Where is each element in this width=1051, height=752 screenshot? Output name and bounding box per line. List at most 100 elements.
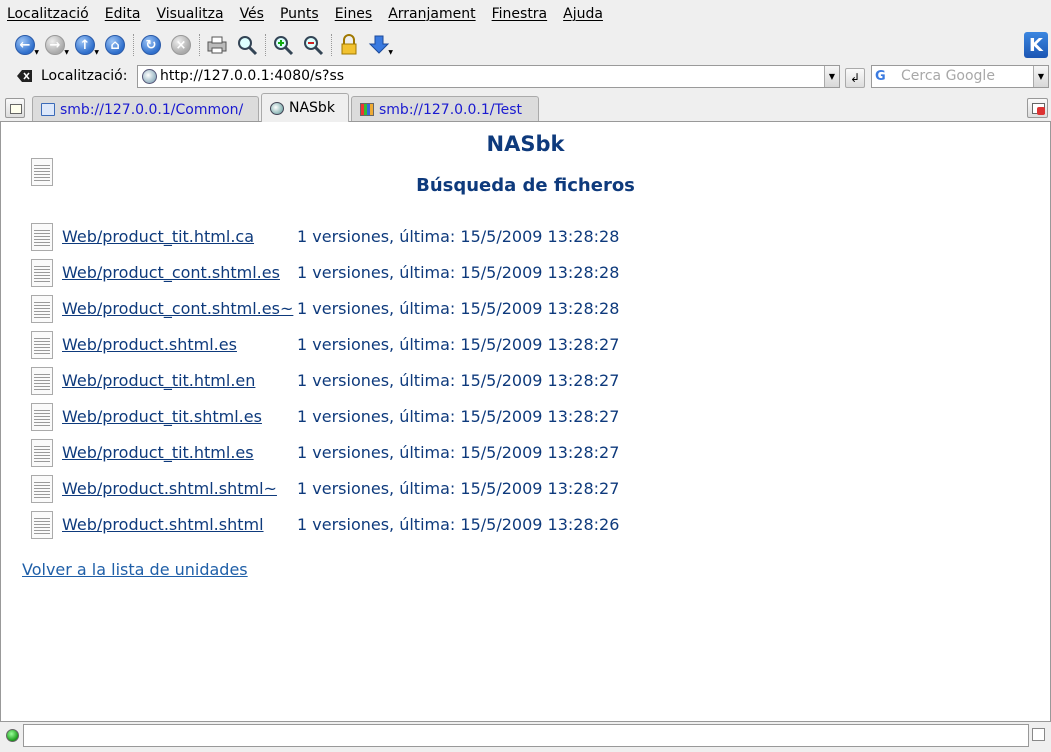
status-bar — [0, 722, 1051, 752]
stop-icon: × — [171, 35, 191, 55]
file-link[interactable]: Web/product_tit.shtml.es — [62, 407, 262, 426]
file-icon — [31, 403, 53, 431]
security-lock-icon — [341, 34, 357, 55]
status-checkbox[interactable] — [1032, 728, 1045, 741]
search-engine-dropdown[interactable]: ▼ — [1033, 66, 1048, 87]
google-icon: G — [875, 69, 886, 84]
menu-finestra[interactable]: Finestra — [492, 6, 548, 22]
app-icon — [360, 103, 374, 116]
menu-ves[interactable]: Vés — [240, 6, 264, 22]
file-info: 1 versiones, última: 15/5/2009 13:28:26 — [297, 515, 620, 534]
toolbar-separator — [199, 34, 201, 56]
tab-smb-common[interactable]: smb://127.0.0.1/Common/ — [32, 96, 259, 122]
tab-smb-test[interactable]: smb://127.0.0.1/Test — [351, 96, 539, 122]
file-icon — [31, 331, 53, 359]
file-link[interactable]: Web/product.shtml.shtml — [62, 515, 264, 534]
download-icon — [368, 35, 390, 54]
forward-icon: → — [45, 35, 65, 55]
home-icon: ⌂ — [105, 35, 125, 55]
back-to-units-link[interactable]: Volver a la lista de unidades — [22, 560, 248, 579]
file-link[interactable]: Web/product_tit.html.en — [62, 371, 255, 390]
menu-punts[interactable]: Punts — [280, 6, 319, 22]
stop-button[interactable]: × — [169, 33, 193, 57]
tab-nasbk[interactable]: NASbk — [261, 93, 349, 122]
search-field[interactable]: G Cerca Google ▼ — [871, 65, 1049, 88]
new-tab-button[interactable] — [5, 98, 25, 118]
globe-icon — [270, 101, 284, 115]
file-row: Web/product_tit.shtml.es 1 versiones, úl… — [31, 402, 731, 432]
security-button[interactable] — [337, 33, 361, 57]
zoom-in-button[interactable] — [271, 33, 295, 57]
menu-edita[interactable]: Edita — [105, 6, 141, 22]
find-icon — [238, 36, 258, 56]
file-info: 1 versiones, última: 15/5/2009 13:28:27 — [297, 335, 620, 354]
close-tab-button[interactable] — [1027, 98, 1048, 118]
kde-logo-icon[interactable]: K — [1024, 32, 1048, 58]
tab-label: NASbk — [289, 100, 335, 116]
search-placeholder: Cerca Google — [901, 68, 995, 84]
download-button[interactable]: ▼ — [367, 33, 393, 57]
file-link[interactable]: Web/product_cont.shtml.es — [62, 263, 280, 282]
tab-bar: smb://127.0.0.1/Common/ NASbk smb://127.… — [0, 93, 1051, 122]
forward-button[interactable]: → ▼ — [43, 33, 69, 57]
file-row: Web/product.shtml.shtml~ 1 versiones, úl… — [31, 474, 731, 504]
home-button[interactable]: ⌂ — [103, 33, 127, 57]
file-link[interactable]: Web/product.shtml.es — [62, 335, 237, 354]
location-bar: Localització: http://127.0.0.1:4080/s?ss… — [0, 64, 1051, 90]
back-button[interactable]: ← ▼ — [13, 33, 39, 57]
menu-arranjament[interactable]: Arranjament — [388, 6, 475, 22]
menubar: Localització Edita Visualitza Vés Punts … — [0, 0, 1051, 28]
file-info: 1 versiones, última: 15/5/2009 13:28:28 — [297, 263, 620, 282]
file-info: 1 versiones, última: 15/5/2009 13:28:27 — [297, 443, 620, 462]
menu-visualitza[interactable]: Visualitza — [156, 6, 223, 22]
menu-eines[interactable]: Eines — [335, 6, 373, 22]
file-row: Web/product_cont.shtml.es~ 1 versiones, … — [31, 294, 731, 324]
file-row: Web/product_cont.shtml.es 1 versiones, ú… — [31, 258, 731, 288]
file-icon — [31, 475, 53, 503]
connection-status-icon — [6, 729, 19, 742]
file-icon — [31, 367, 53, 395]
zoom-in-icon — [274, 36, 294, 56]
file-link[interactable]: Web/product_tit.html.es — [62, 443, 254, 462]
file-info: 1 versiones, última: 15/5/2009 13:28:27 — [297, 371, 620, 390]
file-icon — [31, 511, 53, 539]
file-icon — [31, 259, 53, 287]
url-text[interactable]: http://127.0.0.1:4080/s?ss — [160, 68, 344, 84]
file-row: Web/product_tit.html.ca 1 versiones, últ… — [31, 222, 731, 252]
file-icon — [31, 439, 53, 467]
page-title: NASbk — [486, 132, 565, 156]
file-row: Web/product_tit.html.es 1 versiones, últ… — [31, 438, 731, 468]
favicon-icon — [142, 69, 157, 84]
file-link[interactable]: Web/product_tit.html.ca — [62, 227, 254, 246]
find-button[interactable] — [235, 33, 259, 57]
reload-icon: ↻ — [141, 35, 161, 55]
up-button[interactable]: ↑ ▼ — [73, 33, 99, 57]
file-row: Web/product.shtml.es 1 versiones, última… — [31, 330, 731, 360]
url-history-dropdown[interactable]: ▼ — [824, 66, 839, 87]
clear-location-icon[interactable] — [17, 69, 33, 83]
file-link[interactable]: Web/product.shtml.shtml~ — [62, 479, 277, 498]
go-button[interactable]: ↲ — [845, 68, 865, 88]
page-subtitle: Búsqueda de ficheros — [416, 175, 635, 196]
file-icon — [31, 295, 53, 323]
file-row: Web/product.shtml.shtml 1 versiones, últ… — [31, 510, 731, 540]
file-row: Web/product_tit.html.en 1 versiones, últ… — [31, 366, 731, 396]
reload-button[interactable]: ↻ — [139, 33, 163, 57]
file-icon — [31, 223, 53, 251]
file-link[interactable]: Web/product_cont.shtml.es~ — [62, 299, 293, 318]
up-icon: ↑ — [75, 35, 95, 55]
menu-localitzacio[interactable]: Localització — [7, 6, 89, 22]
file-info: 1 versiones, última: 15/5/2009 13:28:28 — [297, 299, 620, 318]
folder-icon — [41, 103, 55, 116]
toolbar: ← ▼ → ▼ ↑ ▼ ⌂ ↻ × ▼ K — [0, 30, 1051, 62]
toolbar-separator — [133, 34, 135, 56]
zoom-out-button[interactable] — [301, 33, 325, 57]
tab-label: smb://127.0.0.1/Common/ — [60, 101, 244, 118]
file-info: 1 versiones, última: 15/5/2009 13:28:27 — [297, 479, 620, 498]
menu-ajuda[interactable]: Ajuda — [563, 6, 603, 22]
status-text-field — [23, 724, 1029, 747]
enter-icon: ↲ — [849, 71, 861, 85]
url-field[interactable]: http://127.0.0.1:4080/s?ss ▼ — [137, 65, 840, 88]
print-button[interactable] — [205, 33, 229, 57]
zoom-out-icon — [304, 36, 324, 56]
